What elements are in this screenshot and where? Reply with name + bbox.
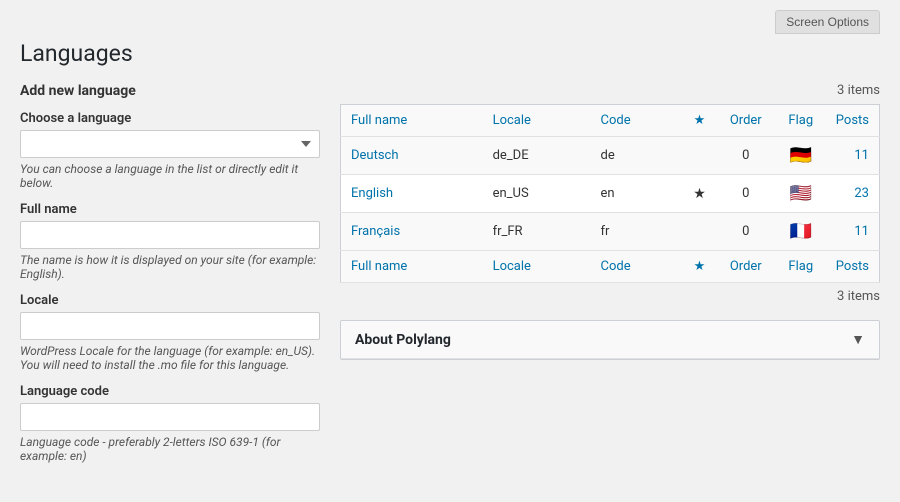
about-polylang-toggle[interactable]: About Polylang ▼ bbox=[341, 321, 879, 359]
col-header-order[interactable]: Order bbox=[716, 105, 776, 137]
table-row: Françaisfr_FRfr 0🇫🇷11 bbox=[341, 213, 880, 251]
cell-fullname[interactable]: Français bbox=[341, 213, 483, 251]
items-count-bottom: 3 items bbox=[340, 289, 880, 304]
language-code-group: Language code Language code - preferably… bbox=[20, 384, 320, 463]
locale-input[interactable] bbox=[20, 312, 320, 340]
cell-fullname[interactable]: English bbox=[341, 175, 483, 213]
locale-group: Locale WordPress Locale for the language… bbox=[20, 293, 320, 372]
cell-locale: fr_FR bbox=[483, 213, 591, 251]
content-area: Add new language Choose a language You c… bbox=[20, 83, 880, 475]
add-new-language-title: Add new language bbox=[20, 83, 320, 99]
cell-order: 0 bbox=[716, 137, 776, 175]
cell-flag: 🇺🇸 bbox=[776, 175, 826, 213]
choose-language-select[interactable] bbox=[20, 130, 320, 158]
cell-fullname[interactable]: Deutsch bbox=[341, 137, 483, 175]
cell-code: de bbox=[591, 137, 684, 175]
left-panel: Add new language Choose a language You c… bbox=[20, 83, 320, 475]
col-header-code[interactable]: Code bbox=[591, 105, 684, 137]
cell-flag: 🇩🇪 bbox=[776, 137, 826, 175]
choose-language-label: Choose a language bbox=[20, 111, 320, 126]
choose-language-group: Choose a language You can choose a langu… bbox=[20, 111, 320, 190]
cell-locale: de_DE bbox=[483, 137, 591, 175]
locale-help: WordPress Locale for the language (for e… bbox=[20, 344, 320, 372]
top-bar: Screen Options bbox=[20, 10, 880, 34]
star-icon: ★ bbox=[693, 186, 706, 202]
cell-posts: 11 bbox=[826, 137, 880, 175]
screen-options-button[interactable]: Screen Options bbox=[775, 10, 880, 34]
cell-code: fr bbox=[591, 213, 684, 251]
col-header-fullname[interactable]: Full name bbox=[341, 105, 483, 137]
full-name-help: The name is how it is displayed on your … bbox=[20, 253, 320, 281]
language-code-help: Language code - preferably 2-letters ISO… bbox=[20, 435, 320, 463]
items-count-top: 3 items bbox=[340, 83, 880, 98]
choose-language-help: You can choose a language in the list or… bbox=[20, 162, 320, 190]
table-footer-row: Full name Locale Code ★ Order Flag Posts bbox=[341, 251, 880, 283]
col-footer-code[interactable]: Code bbox=[591, 251, 684, 283]
cell-order: 0 bbox=[716, 213, 776, 251]
col-footer-locale[interactable]: Locale bbox=[483, 251, 591, 283]
cell-locale: en_US bbox=[483, 175, 591, 213]
col-header-posts[interactable]: Posts bbox=[826, 105, 880, 137]
table-header-row: Full name Locale Code ★ Order Flag Posts bbox=[341, 105, 880, 137]
cell-star[interactable]: ★ bbox=[683, 175, 716, 213]
cell-posts: 11 bbox=[826, 213, 880, 251]
cell-order: 0 bbox=[716, 175, 776, 213]
col-footer-star[interactable]: ★ bbox=[683, 251, 716, 283]
col-footer-order[interactable]: Order bbox=[716, 251, 776, 283]
col-footer-posts[interactable]: Posts bbox=[826, 251, 880, 283]
cell-code: en bbox=[591, 175, 684, 213]
full-name-input[interactable] bbox=[20, 221, 320, 249]
locale-label: Locale bbox=[20, 293, 320, 308]
cell-star[interactable] bbox=[683, 213, 716, 251]
page-title: Languages bbox=[20, 40, 880, 67]
chevron-down-icon: ▼ bbox=[851, 331, 865, 348]
col-footer-flag: Flag bbox=[776, 251, 826, 283]
table-row: Englishen_USen ★ 0🇺🇸23 bbox=[341, 175, 880, 213]
col-header-locale[interactable]: Locale bbox=[483, 105, 591, 137]
cell-posts: 23 bbox=[826, 175, 880, 213]
language-code-input[interactable] bbox=[20, 403, 320, 431]
about-polylang-section: About Polylang ▼ bbox=[340, 320, 880, 360]
cell-star[interactable] bbox=[683, 137, 716, 175]
table-row: Deutschde_DEde 0🇩🇪11 bbox=[341, 137, 880, 175]
col-header-star[interactable]: ★ bbox=[683, 105, 716, 137]
right-panel: 3 items Full name Locale Code ★ Order Fl… bbox=[340, 83, 880, 360]
languages-table: Full name Locale Code ★ Order Flag Posts… bbox=[340, 104, 880, 283]
cell-flag: 🇫🇷 bbox=[776, 213, 826, 251]
col-header-flag: Flag bbox=[776, 105, 826, 137]
full-name-label: Full name bbox=[20, 202, 320, 217]
language-code-label: Language code bbox=[20, 384, 320, 399]
full-name-group: Full name The name is how it is displaye… bbox=[20, 202, 320, 281]
page-wrapper: Screen Options Languages Add new languag… bbox=[0, 0, 900, 502]
col-footer-fullname[interactable]: Full name bbox=[341, 251, 483, 283]
about-polylang-title: About Polylang bbox=[355, 332, 451, 348]
